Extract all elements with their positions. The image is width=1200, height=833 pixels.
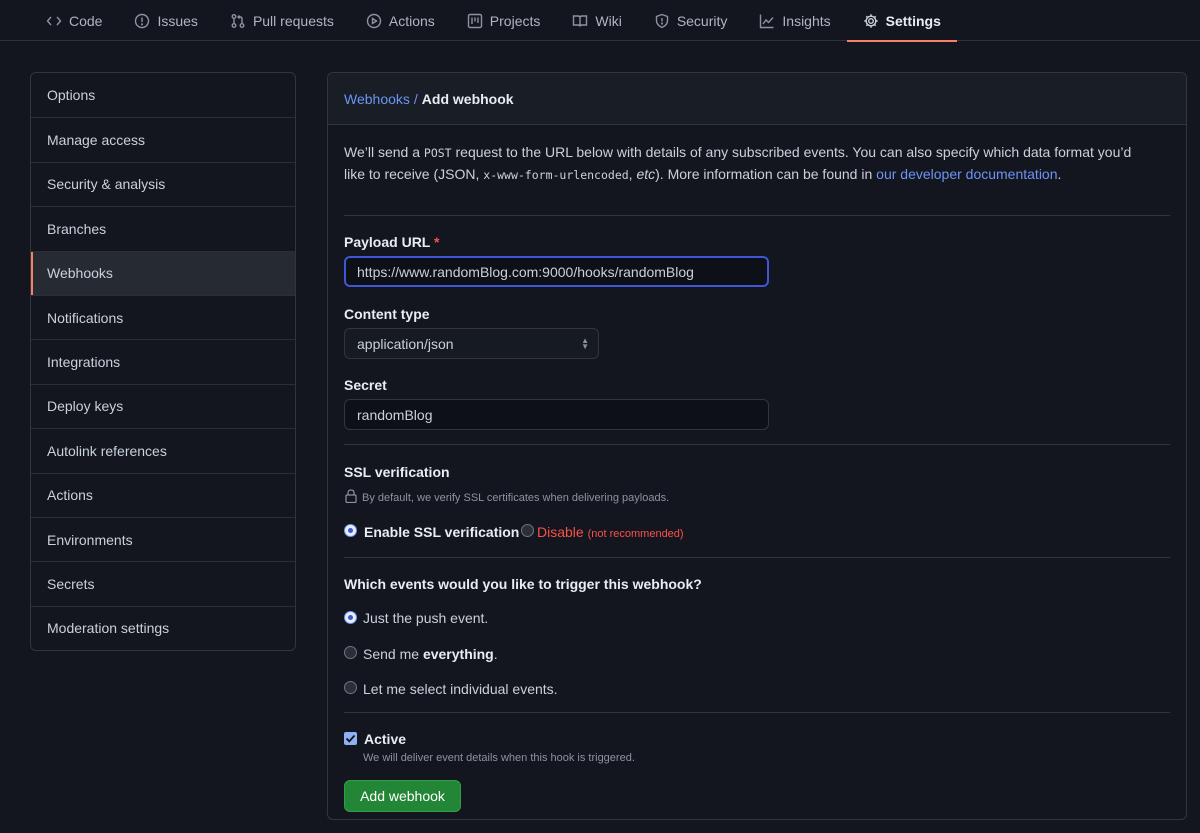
add-webhook-button[interactable]: Add webhook (344, 780, 461, 812)
tab-label: Wiki (595, 12, 622, 29)
sidebar-item-actions[interactable]: Actions (31, 472, 295, 517)
ssl-label: SSL verification (344, 464, 450, 480)
breadcrumb-webhooks-link[interactable]: Webhooks (344, 91, 410, 107)
active-checkbox[interactable] (344, 732, 357, 745)
sidebar-item-deploy-keys[interactable]: Deploy keys (31, 383, 295, 428)
intro-code-post: POST (423, 146, 452, 160)
webhook-form: We’ll send a POST request to the URL bel… (328, 142, 1186, 819)
tab-label: Insights (782, 12, 831, 29)
content-type-select[interactable]: application/json ▲ ▼ (344, 328, 599, 359)
ssl-disable-text: Disable (537, 524, 584, 540)
play-icon (366, 13, 382, 28)
intro-etc: etc (636, 166, 656, 182)
tab-label: Code (69, 12, 103, 29)
sidebar-item-moderation-settings[interactable]: Moderation settings (31, 605, 295, 650)
divider (344, 712, 1170, 713)
content-type-value: application/json (357, 335, 454, 352)
event-push-label[interactable]: Just the push event. (363, 610, 488, 626)
lock-icon (345, 489, 357, 503)
pull-request-icon (231, 13, 245, 28)
intro-text: We’ll send a POST request to the URL bel… (344, 142, 1154, 186)
secret-label: Secret (344, 377, 387, 393)
intro-part: . (1057, 166, 1062, 182)
active-label[interactable]: Active (364, 731, 406, 747)
intro-part: We’ll send a (344, 144, 424, 160)
tab-label: Settings (885, 12, 941, 29)
tab-label: Security (676, 12, 728, 29)
ssl-disable-label[interactable]: Disable (not recommended) (537, 524, 684, 540)
settings-sidebar: Options Manage access Security & analysi… (30, 72, 296, 652)
event-everything-suffix: . (493, 646, 498, 662)
sidebar-item-integrations[interactable]: Integrations (31, 339, 295, 383)
payload-url-value: https://www.randomBlog.com:9000/hooks/ra… (357, 263, 694, 280)
event-everything-prefix: Send me (363, 646, 423, 662)
tab-pull-requests[interactable]: Pull requests (214, 0, 350, 41)
graph-icon (760, 14, 774, 28)
sidebar-item-autolink-references[interactable]: Autolink references (31, 428, 295, 472)
content-type-label: Content type (344, 306, 430, 322)
event-everything-radio[interactable] (344, 646, 357, 659)
developer-docs-link[interactable]: our developer documentation (876, 166, 1057, 182)
tab-label: Actions (388, 12, 435, 29)
sidebar-item-options[interactable]: Options (31, 73, 295, 117)
events-question: Which events would you like to trigger t… (344, 576, 702, 592)
divider (344, 215, 1170, 216)
payload-url-label-text: Payload URL (344, 234, 431, 250)
intro-part: ). More information can be found in (655, 166, 877, 182)
ssl-enable-radio[interactable] (344, 524, 357, 537)
select-arrows-icon: ▲ ▼ (581, 336, 589, 351)
event-push-radio[interactable] (344, 611, 357, 624)
event-select-label[interactable]: Let me select individual events. (363, 681, 558, 697)
event-select-radio[interactable] (344, 681, 357, 694)
tab-projects[interactable]: Projects (451, 0, 557, 41)
sidebar-item-environments[interactable]: Environments (31, 516, 295, 561)
project-icon (467, 13, 482, 28)
ssl-disable-note: (not recommended) (587, 528, 684, 540)
divider (344, 444, 1170, 445)
breadcrumb-separator: / (413, 90, 418, 107)
tab-wiki[interactable]: Wiki (556, 0, 637, 41)
sidebar-item-notifications[interactable]: Notifications (31, 294, 295, 339)
intro-code-urlencoded: x-www-form-urlencoded (483, 168, 629, 182)
payload-url-label: Payload URL * (344, 234, 439, 250)
tab-label: Projects (489, 12, 541, 29)
event-everything-label[interactable]: Send me everything. (363, 646, 498, 662)
breadcrumb: Webhooks / Add webhook (328, 73, 1186, 125)
payload-url-input[interactable]: https://www.randomBlog.com:9000/hooks/ra… (344, 256, 769, 287)
event-everything-bold: everything (422, 646, 494, 662)
tab-label: Pull requests (252, 12, 334, 29)
sidebar-item-branches[interactable]: Branches (31, 206, 295, 250)
ssl-disable-radio[interactable] (521, 524, 534, 537)
book-icon (573, 14, 588, 27)
ssl-enable-label[interactable]: Enable SSL verification (364, 524, 519, 540)
tab-label: Issues (157, 12, 198, 29)
tab-insights[interactable]: Insights (743, 0, 846, 41)
ssl-note: By default, we verify SSL certificates w… (362, 492, 670, 504)
sidebar-item-manage-access[interactable]: Manage access (31, 117, 295, 161)
secret-value: randomBlog (357, 406, 433, 423)
active-note: We will deliver event details when this … (363, 752, 635, 764)
tab-actions[interactable]: Actions (350, 0, 451, 41)
required-mark: * (434, 234, 440, 250)
code-icon (46, 16, 62, 25)
tab-security[interactable]: Security (638, 0, 744, 41)
sidebar-item-security-analysis[interactable]: Security & analysis (31, 161, 295, 206)
issue-icon (135, 13, 150, 28)
sidebar-item-secrets[interactable]: Secrets (31, 561, 295, 605)
divider (344, 557, 1170, 558)
webhook-panel: Webhooks / Add webhook We’ll send a POST… (327, 72, 1187, 820)
tab-code[interactable]: Code (30, 0, 118, 41)
tab-issues[interactable]: Issues (118, 0, 213, 41)
breadcrumb-current: Add webhook (421, 90, 514, 107)
gear-icon (863, 13, 878, 28)
shield-icon (655, 13, 669, 28)
sidebar-item-webhooks[interactable]: Webhooks (31, 250, 295, 296)
repo-nav: Code Issues Pull requests Actions Projec… (0, 0, 1200, 42)
check-icon (345, 734, 356, 743)
secret-input[interactable]: randomBlog (344, 399, 769, 430)
tab-settings[interactable]: Settings (846, 0, 958, 42)
